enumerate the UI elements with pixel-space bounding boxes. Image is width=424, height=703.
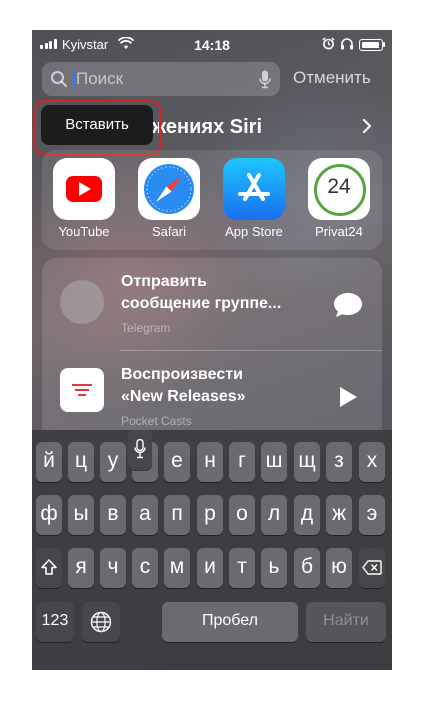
key-letter[interactable]: а — [132, 495, 158, 535]
play-icon[interactable] — [338, 386, 358, 408]
chat-bubble-icon[interactable] — [332, 291, 364, 319]
app-label: Privat24 — [315, 224, 363, 239]
app-privat24[interactable]: 24 Privat24 — [299, 158, 379, 239]
cancel-button[interactable]: Отменить — [293, 68, 371, 88]
suggestion-title: Воспроизвести — [121, 366, 243, 383]
globe-icon — [90, 611, 112, 633]
key-letter[interactable]: г — [229, 442, 255, 482]
numbers-key[interactable]: 123 — [36, 602, 74, 642]
text-cursor — [73, 70, 75, 89]
suggestion-title: «New Releases» — [121, 388, 246, 405]
key-letter[interactable]: е — [164, 442, 190, 482]
key-letter[interactable]: э — [359, 495, 385, 535]
key-letter[interactable]: р — [197, 495, 223, 535]
space-key[interactable]: Пробел — [162, 602, 298, 642]
app-safari[interactable]: Safari — [129, 158, 209, 239]
shift-arrow-icon — [41, 559, 57, 575]
app-app-store[interactable]: App Store — [214, 158, 294, 239]
key-letter[interactable]: ю — [326, 548, 352, 588]
search-icon — [51, 71, 67, 87]
key-letter[interactable]: х — [359, 442, 385, 482]
backspace-key[interactable] — [359, 548, 385, 588]
key-letter[interactable]: б — [294, 548, 320, 588]
key-letter[interactable]: я — [68, 548, 94, 588]
key-letter[interactable]: щ — [294, 442, 320, 482]
siri-suggestions-heading: жениях Siri — [152, 116, 262, 138]
phone-screen: Kyivstar 14:18 Поиск Отменить жениях Sir… — [32, 30, 392, 670]
globe-key[interactable] — [82, 602, 120, 642]
key-letter[interactable]: с — [132, 548, 158, 588]
battery-icon — [359, 39, 383, 51]
key-letter[interactable]: м — [164, 548, 190, 588]
key-letter[interactable]: ж — [326, 495, 352, 535]
key-letter[interactable]: л — [261, 495, 287, 535]
microphone-icon[interactable] — [259, 70, 271, 89]
app-store-icon — [223, 158, 285, 220]
key-letter[interactable]: з — [326, 442, 352, 482]
alarm-clock-icon — [322, 37, 335, 50]
app-youtube[interactable]: YouTube — [44, 158, 124, 239]
search-go-key[interactable]: Найти — [306, 602, 386, 642]
key-letter[interactable]: и — [197, 548, 223, 588]
backspace-icon — [362, 560, 382, 575]
youtube-icon — [53, 158, 115, 220]
shift-key[interactable] — [36, 548, 62, 588]
search-placeholder: Поиск — [76, 69, 124, 88]
microphone-icon — [134, 438, 146, 459]
key-letter[interactable]: ы — [68, 495, 94, 535]
battery-tip — [383, 42, 385, 47]
key-letter[interactable]: п — [164, 495, 190, 535]
key-letter[interactable]: ш — [261, 442, 287, 482]
status-time: 14:18 — [194, 37, 230, 53]
key-letter[interactable]: о — [229, 495, 255, 535]
privat24-icon: 24 — [308, 158, 370, 220]
key-letter[interactable]: ц — [68, 442, 94, 482]
key-letter[interactable]: й — [36, 442, 62, 482]
key-letter[interactable]: ч — [100, 548, 126, 588]
suggestion-title: Отправить — [121, 273, 207, 290]
dictation-key[interactable] — [128, 430, 152, 470]
privat24-badge-text: 24 — [327, 175, 351, 198]
key-letter[interactable]: н — [197, 442, 223, 482]
app-label: YouTube — [58, 224, 110, 239]
app-label: App Store — [225, 224, 283, 239]
key-letter[interactable]: ф — [36, 495, 62, 535]
telegram-avatar-icon — [60, 280, 104, 324]
key-letter[interactable]: ь — [261, 548, 287, 588]
key-letter[interactable]: т — [229, 548, 255, 588]
paste-button[interactable]: Вставить — [41, 105, 153, 145]
divider — [120, 350, 382, 351]
suggestion-title: сообщение группе... — [121, 295, 282, 312]
pocket-casts-artwork-icon — [60, 368, 104, 412]
headphones-icon — [341, 38, 353, 50]
key-letter[interactable]: в — [100, 495, 126, 535]
chevron-right-icon[interactable] — [362, 118, 372, 134]
suggestion-app: Pocket Casts — [121, 414, 192, 428]
safari-compass-icon — [138, 158, 200, 220]
search-field[interactable]: Поиск — [42, 62, 280, 96]
keyboard: й ц у к е н г ш щ з х ф ы в а п р о л д … — [32, 430, 392, 670]
key-letter[interactable]: д — [294, 495, 320, 535]
key-letter[interactable]: у — [100, 442, 126, 482]
status-bar: Kyivstar 14:18 — [32, 30, 392, 58]
app-label: Safari — [152, 224, 186, 239]
suggestion-app: Telegram — [121, 321, 171, 335]
